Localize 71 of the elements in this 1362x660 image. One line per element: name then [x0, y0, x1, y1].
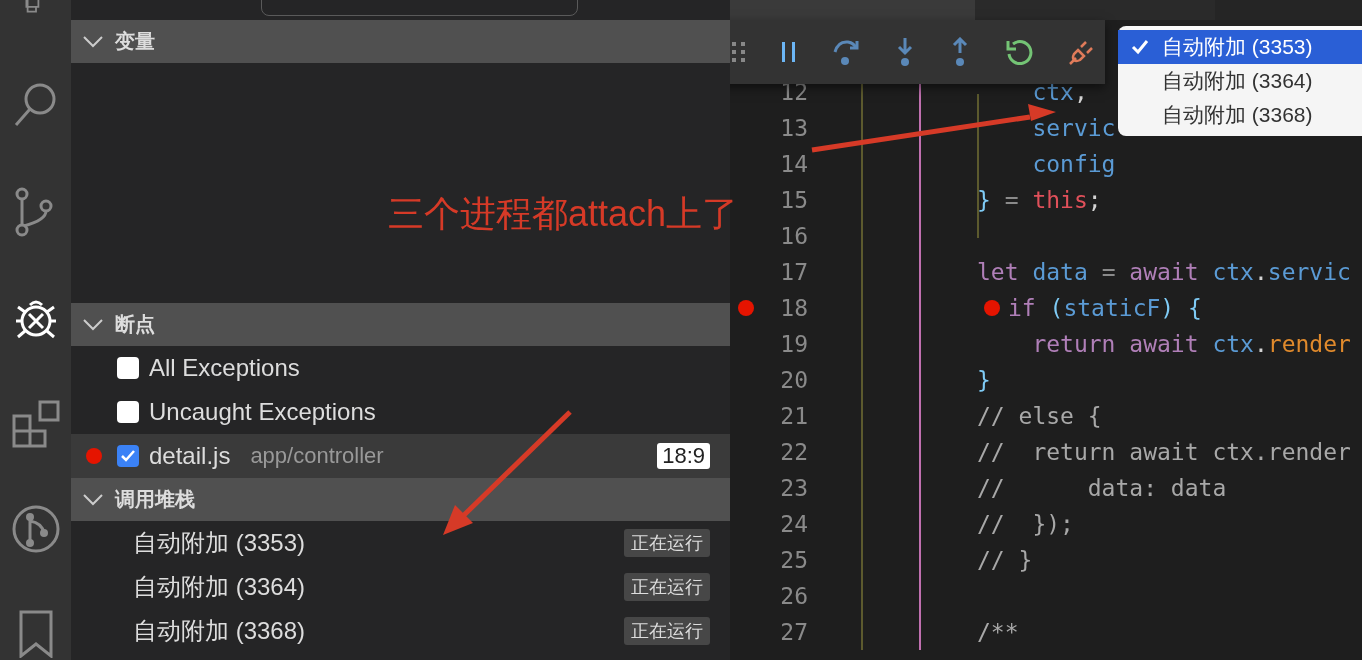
section-title: 断点: [115, 312, 155, 337]
code-line: } = this;: [977, 187, 1102, 213]
line-number: 15: [779, 187, 808, 213]
step-out-icon[interactable]: [950, 37, 970, 67]
breakpoint-icon[interactable]: [738, 300, 754, 316]
code-line: // else {: [977, 403, 1102, 429]
step-into-icon[interactable]: [895, 37, 915, 67]
code-line: if (staticF) {: [1008, 295, 1202, 321]
pause-icon[interactable]: [781, 41, 797, 63]
breakpoint-row[interactable]: All Exceptions: [71, 346, 730, 390]
code-line: // return await ctx.render: [977, 439, 1351, 465]
code-line: config: [1031, 151, 1116, 177]
process-item[interactable]: 自动附加 (3353): [133, 527, 306, 559]
line-number: 21: [779, 403, 808, 429]
file-path: app/controller: [250, 443, 384, 469]
checkbox[interactable]: [117, 357, 139, 379]
checkbox[interactable]: [117, 445, 139, 467]
checkmark-icon: [1131, 39, 1149, 55]
line-number: 18: [779, 295, 808, 321]
line-number: 25: [779, 547, 808, 573]
bookmark-icon[interactable]: [17, 610, 54, 658]
line-number: 19: [779, 331, 808, 357]
line-number: 16: [779, 223, 808, 249]
line-number: 20: [779, 367, 808, 393]
section-title: 变量: [115, 29, 155, 54]
status-badge: 正在运行: [624, 529, 710, 557]
line-number: 13: [779, 115, 808, 141]
breakpoint-label: All Exceptions: [149, 354, 300, 382]
line-number: 22: [779, 439, 808, 465]
menu-item[interactable]: 自动附加 (3368): [1118, 98, 1362, 132]
checkmark-icon: [120, 448, 136, 464]
section-header[interactable]: 断点: [71, 303, 730, 346]
code-line: ctx,: [1031, 79, 1088, 105]
extensions-icon[interactable]: [11, 400, 60, 448]
process-item[interactable]: 自动附加 (3368): [133, 615, 306, 647]
code-line: // data: data: [977, 475, 1227, 501]
status-badge: 正在运行: [624, 573, 710, 601]
breakpoint-row[interactable]: detail.js app/controller 18:9: [71, 434, 730, 478]
checkbox[interactable]: [117, 401, 139, 423]
breakpoint-label: Uncaught Exceptions: [149, 398, 376, 426]
code-line: return await ctx.render: [1031, 331, 1351, 357]
line-number: 27: [779, 619, 808, 645]
section-header[interactable]: 调用堆栈: [71, 478, 730, 521]
line-number: 17: [779, 259, 808, 285]
breakpoint-icon: [86, 448, 102, 464]
menu-item[interactable]: 自动附加 (3364): [1118, 64, 1362, 98]
code-line: /**: [977, 619, 1019, 645]
step-over-icon[interactable]: [832, 38, 860, 66]
section-header[interactable]: 变量: [71, 20, 730, 63]
line-number: 14: [779, 151, 808, 177]
code-line: // });: [977, 511, 1074, 537]
section-title: 调用堆栈: [115, 487, 195, 512]
menu-item[interactable]: 自动附加 (3353): [1118, 30, 1362, 64]
code-line: // }: [977, 547, 1033, 573]
status-badge: 正在运行: [624, 617, 710, 645]
annotation-text: 三个进程都attach上了: [388, 192, 739, 236]
process-item[interactable]: 自动附加 (3364): [133, 571, 306, 603]
line-number: 24: [779, 511, 808, 537]
code-line: }: [977, 367, 991, 393]
line-badge: 18:9: [657, 443, 710, 469]
drag-handle-icon[interactable]: [732, 42, 746, 62]
restart-icon[interactable]: [1005, 38, 1033, 66]
code-line: let data = await ctx.servic: [977, 259, 1351, 285]
breakpoint-row[interactable]: Uncaught Exceptions: [71, 390, 730, 434]
plug-icon[interactable]: [1068, 38, 1096, 66]
code-line: servic: [1031, 115, 1116, 141]
branch-icon[interactable]: [11, 505, 60, 553]
line-number: 26: [779, 583, 808, 609]
inline-breakpoint-icon[interactable]: [984, 300, 1000, 316]
breakpoint-label: detail.js: [149, 442, 231, 470]
line-number: 23: [779, 475, 808, 501]
